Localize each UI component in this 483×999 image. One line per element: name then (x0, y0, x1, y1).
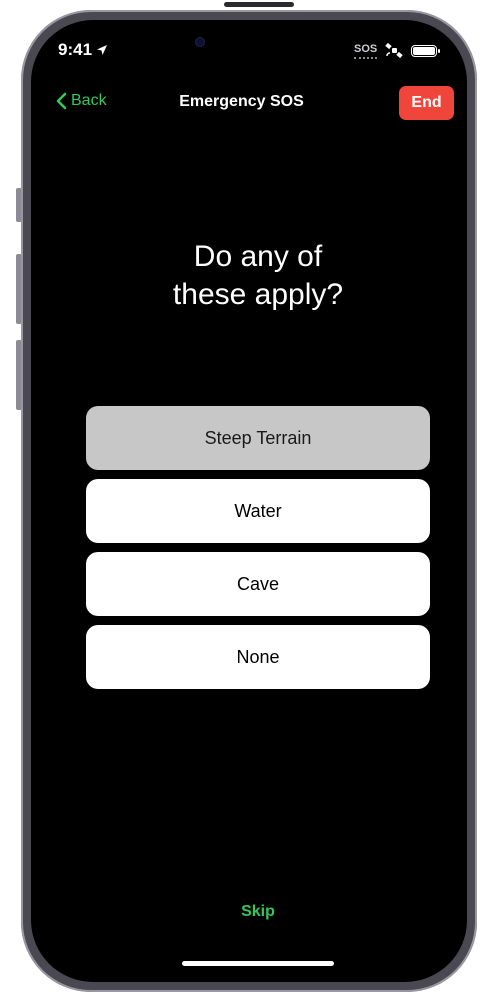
options-list: Steep Terrain Water Cave None (86, 406, 430, 698)
speaker-grille (224, 2, 294, 7)
option-none[interactable]: None (86, 625, 430, 689)
home-indicator[interactable] (182, 961, 334, 966)
question-line-1: Do any of (193, 240, 323, 273)
satellite-icon (385, 43, 403, 59)
status-bar-time: 9:41 (58, 40, 108, 60)
skip-button[interactable]: Skip (0, 903, 483, 921)
question-line-2: these apply? (172, 278, 344, 311)
end-button[interactable]: End (399, 86, 454, 120)
option-cave[interactable]: Cave (86, 552, 430, 616)
time-label: 9:41 (58, 40, 93, 59)
question-heading: Do any of these apply? (0, 238, 483, 314)
option-steep-terrain[interactable]: Steep Terrain (86, 406, 430, 470)
battery-icon (411, 45, 441, 57)
front-camera (196, 38, 204, 46)
location-arrow-icon (97, 45, 108, 55)
option-water[interactable]: Water (86, 479, 430, 543)
status-bar-right: SOS (354, 43, 441, 59)
sos-status-label: SOS (354, 43, 378, 59)
